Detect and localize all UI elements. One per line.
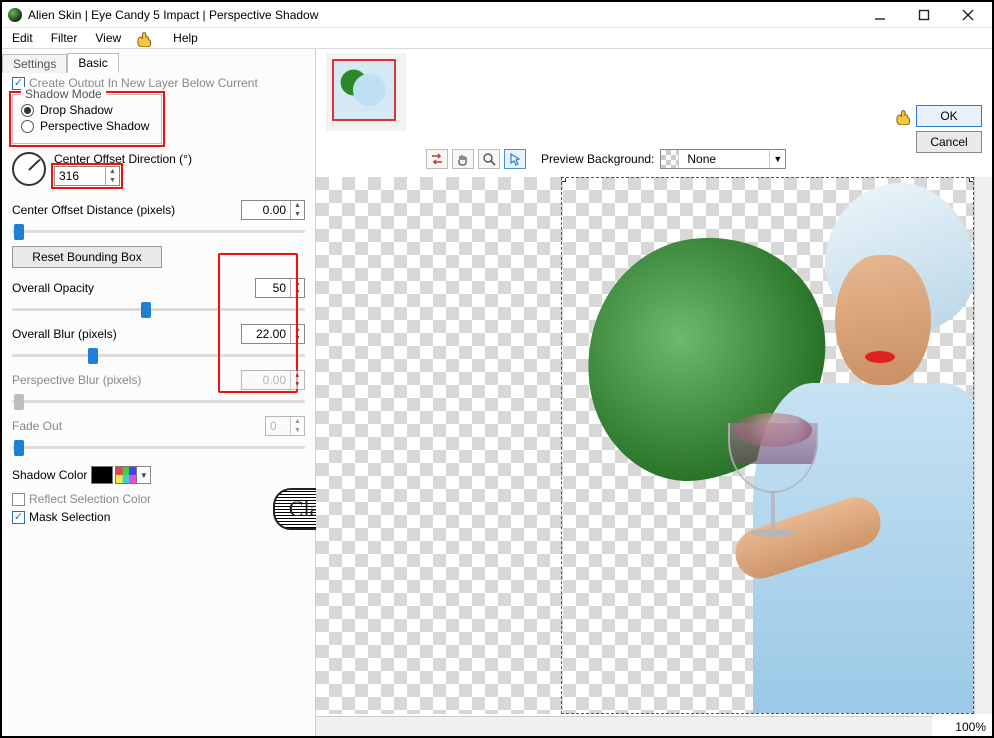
center-offset-dir-input[interactable]: ▲▼ xyxy=(54,166,120,186)
close-icon xyxy=(962,9,974,21)
center-offset-dist-slider[interactable] xyxy=(12,222,305,240)
menu-filter[interactable]: Filter xyxy=(49,31,80,45)
radio-dot-icon xyxy=(21,120,34,133)
ok-button[interactable]: OK xyxy=(916,105,982,127)
tool-switch-icon[interactable] xyxy=(426,149,448,169)
chevron-down-icon: ▼ xyxy=(769,150,785,168)
mask-sel-label: Mask Selection xyxy=(29,510,110,524)
maximize-button[interactable] xyxy=(902,3,946,27)
preview-canvas[interactable] xyxy=(316,177,974,714)
app-icon xyxy=(8,8,22,22)
fade-out-field xyxy=(266,417,290,435)
shadow-mode-title: Shadow Mode xyxy=(21,87,106,101)
nav-thumbnail[interactable] xyxy=(332,59,396,121)
overall-blur-label: Overall Blur (pixels) xyxy=(12,327,117,341)
menu-edit[interactable]: Edit xyxy=(10,31,35,45)
center-offset-dist-field[interactable] xyxy=(242,201,290,219)
radio-perspective-shadow[interactable]: Perspective Shadow xyxy=(21,119,153,133)
persp-shadow-label: Perspective Shadow xyxy=(40,119,149,133)
overall-opacity-label: Overall Opacity xyxy=(12,281,94,295)
vertical-scrollbar[interactable] xyxy=(974,177,992,714)
reflect-sel-checkbox[interactable] xyxy=(12,493,25,506)
zoom-readout: 100% xyxy=(955,720,986,734)
center-offset-dir-field[interactable] xyxy=(55,167,105,185)
center-offset-dist-label: Center Offset Distance (pixels) xyxy=(12,203,175,217)
cancel-button[interactable]: Cancel xyxy=(916,131,982,153)
preview-bg-label: Preview Background: xyxy=(541,152,654,166)
fade-out-input: ▲▼ xyxy=(265,416,305,436)
fade-out-label: Fade Out xyxy=(12,419,62,433)
spin-down-icon[interactable]: ▼ xyxy=(106,176,119,185)
pointer-hand-icon xyxy=(894,107,916,125)
zoom-tool-icon[interactable] xyxy=(478,149,500,169)
persp-blur-slider xyxy=(12,392,305,410)
spin-up-icon: ▲ xyxy=(291,417,304,426)
shadow-color-swatch[interactable] xyxy=(91,466,113,484)
reflect-sel-label: Reflect Selection Color xyxy=(29,492,151,506)
fade-out-slider[interactable] xyxy=(12,438,305,456)
spin-down-icon: ▼ xyxy=(291,426,304,435)
preview-bg-value: None xyxy=(679,150,769,168)
preview-bg-select[interactable]: None ▼ xyxy=(660,149,786,169)
tab-settings[interactable]: Settings xyxy=(2,54,67,73)
checker-icon xyxy=(661,150,679,168)
shadow-color-label: Shadow Color xyxy=(12,468,87,482)
spin-up-icon: ▲ xyxy=(291,371,304,380)
horizontal-scrollbar[interactable] xyxy=(316,716,932,736)
center-offset-dist-input[interactable]: ▲▼ xyxy=(241,200,305,220)
menu-help[interactable]: Help xyxy=(171,31,200,45)
hand-tool-icon[interactable] xyxy=(452,149,474,169)
persp-blur-input: ▲▼ xyxy=(241,370,305,390)
radio-drop-shadow[interactable]: Drop Shadow xyxy=(21,103,153,117)
direction-dial[interactable] xyxy=(12,152,46,186)
spin-up-icon[interactable]: ▲ xyxy=(291,201,304,210)
palette-icon[interactable] xyxy=(115,466,137,484)
selection-bounds[interactable] xyxy=(561,177,974,714)
spin-down-icon: ▼ xyxy=(291,380,304,389)
tab-basic[interactable]: Basic xyxy=(67,53,118,73)
minimize-icon xyxy=(874,9,886,21)
persp-blur-label: Perspective Blur (pixels) xyxy=(12,373,141,387)
preview-image xyxy=(597,183,974,714)
persp-blur-field xyxy=(242,371,290,389)
drop-shadow-label: Drop Shadow xyxy=(40,103,113,117)
pointer-hand-icon xyxy=(135,29,157,47)
window-title: Alien Skin | Eye Candy 5 Impact | Perspe… xyxy=(28,8,858,22)
center-offset-dir-label: Center Offset Direction (°) xyxy=(54,152,192,166)
arrow-tool-icon[interactable] xyxy=(504,149,526,169)
radio-dot-icon xyxy=(21,104,34,117)
minimize-button[interactable] xyxy=(858,3,902,27)
reset-bounding-box-button[interactable]: Reset Bounding Box xyxy=(12,246,162,268)
spin-down-icon[interactable]: ▼ xyxy=(291,210,304,219)
close-button[interactable] xyxy=(946,3,990,27)
menu-view[interactable]: View xyxy=(93,31,123,45)
color-dropdown-arrow[interactable]: ▼ xyxy=(137,466,151,484)
spin-up-icon[interactable]: ▲ xyxy=(106,167,119,176)
handle-tl[interactable] xyxy=(561,177,566,182)
mask-sel-checkbox[interactable] xyxy=(12,511,25,524)
maximize-icon xyxy=(918,9,930,21)
